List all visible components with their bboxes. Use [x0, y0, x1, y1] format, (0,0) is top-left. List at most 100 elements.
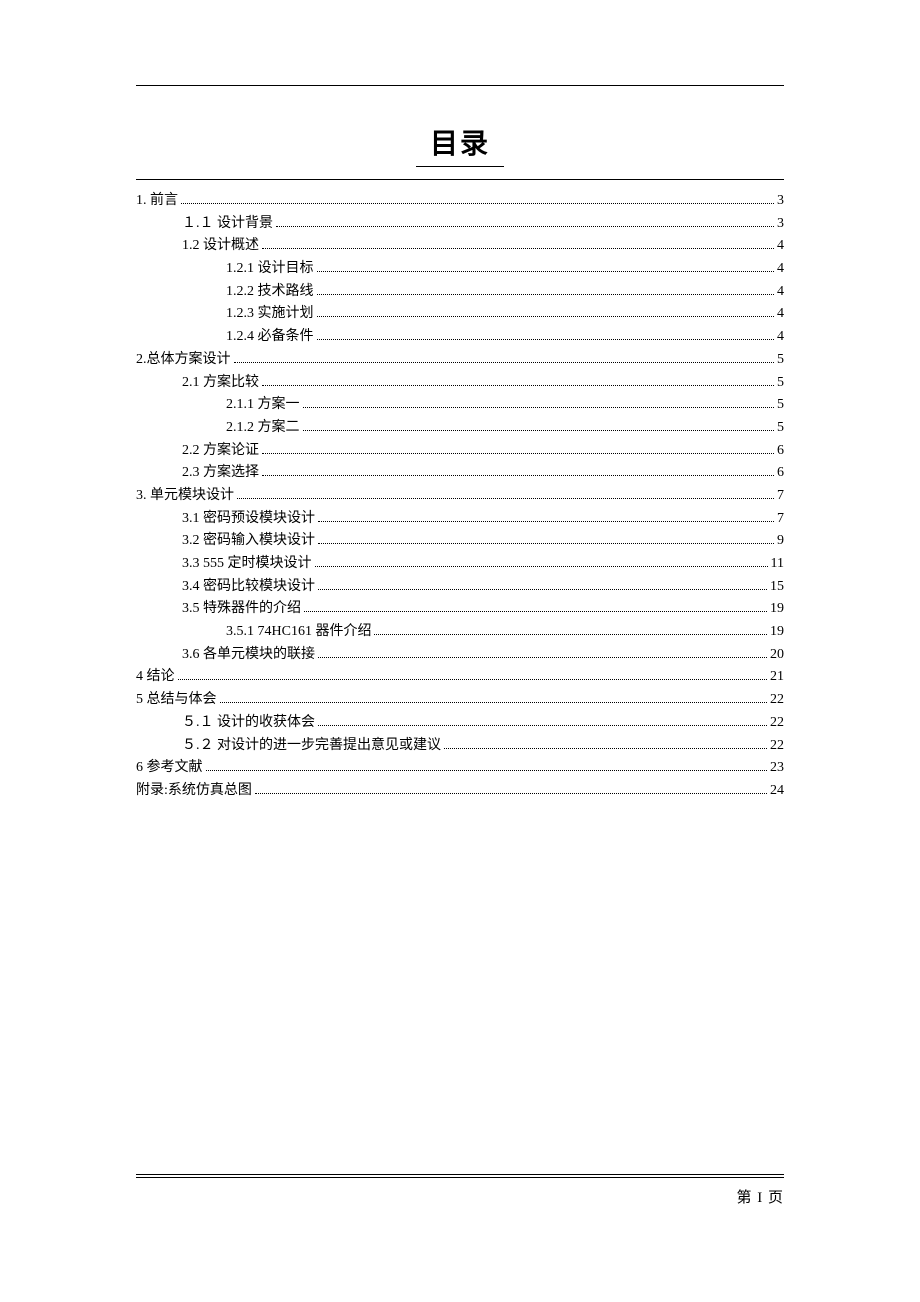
- toc-label: 3. 单元模块设计: [136, 485, 234, 507]
- toc-page-number: 5: [777, 394, 784, 416]
- toc-page-number: 6: [777, 462, 784, 484]
- toc-label: ５.１ 设计的收获体会: [182, 712, 315, 734]
- toc-leader-dots: [262, 385, 774, 386]
- toc-leader-dots: [262, 453, 774, 454]
- toc-entry: 2.2 方案论证 6: [136, 440, 784, 462]
- toc-page-number: 22: [770, 712, 784, 734]
- toc-leader-dots: [206, 770, 768, 771]
- toc-leader-dots: [318, 521, 774, 522]
- toc-entry: 6 参考文献 23: [136, 757, 784, 779]
- toc-page-number: 5: [777, 349, 784, 371]
- toc-entry: 2.总体方案设计 5: [136, 349, 784, 371]
- toc-page-number: 4: [777, 303, 784, 325]
- toc-label: 1.2 设计概述: [182, 235, 259, 257]
- toc-leader-dots: [220, 702, 768, 703]
- toc-entry: 3.4 密码比较模块设计15: [136, 576, 784, 598]
- toc-entry: ５.１ 设计的收获体会 22: [136, 712, 784, 734]
- toc-entry: 1.2.3 实施计划 4: [136, 303, 784, 325]
- toc-entry: 3.5.1 74HC161 器件介绍 19: [136, 621, 784, 643]
- toc-page-number: 24: [770, 780, 784, 802]
- toc-leader-dots: [262, 248, 774, 249]
- toc-entry: 1.2.4 必备条件 4: [136, 326, 784, 348]
- toc-leader-dots: [237, 498, 774, 499]
- toc-page-number: 6: [777, 440, 784, 462]
- toc-leader-dots: [317, 339, 775, 340]
- toc-leader-dots: [444, 748, 767, 749]
- toc-label: 附录:系统仿真总图: [136, 780, 252, 802]
- footer-rule-2: [136, 1177, 784, 1178]
- toc-entry: 2.1.2 方案二5: [136, 417, 784, 439]
- toc-page-number: 4: [777, 258, 784, 280]
- toc-page-number: 3: [777, 213, 784, 235]
- toc-leader-dots: [374, 634, 767, 635]
- toc-entry: 2.1 方案比较 5: [136, 372, 784, 394]
- toc-leader-dots: [317, 271, 775, 272]
- toc-label: 5 总结与体会: [136, 689, 217, 711]
- toc-leader-dots: [304, 611, 767, 612]
- toc-label: 6 参考文献: [136, 757, 203, 779]
- toc-label: 2.2 方案论证: [182, 440, 259, 462]
- toc-leader-dots: [303, 407, 775, 408]
- page-content: 目录 1. 前言3１.１ 设计背景31.2 设计概述41.2.1 设计目标41.…: [0, 0, 920, 802]
- toc-page-number: 9: [777, 530, 784, 552]
- page-footer: 第 I 页: [136, 1174, 784, 1207]
- toc-leader-dots: [317, 294, 775, 295]
- toc-leader-dots: [318, 725, 767, 726]
- toc-label: 4 结论: [136, 666, 175, 688]
- toc-leader-dots: [315, 566, 768, 567]
- toc-label: 1.2.4 必备条件: [226, 326, 314, 348]
- toc-label: 3.2 密码输入模块设计: [182, 530, 315, 552]
- toc-entry: 5 总结与体会 22: [136, 689, 784, 711]
- toc-page-number: 23: [770, 757, 784, 779]
- toc-page-number: 3: [777, 190, 784, 212]
- toc-entry: 附录:系统仿真总图 24: [136, 780, 784, 802]
- toc-top-rule: [136, 179, 784, 180]
- footer-rule-1: [136, 1174, 784, 1175]
- toc-leader-dots: [276, 226, 774, 227]
- toc-entry: 1.2.1 设计目标 4: [136, 258, 784, 280]
- toc-leader-dots: [318, 543, 774, 544]
- toc-leader-dots: [303, 430, 775, 431]
- table-of-contents: 1. 前言3１.１ 设计背景31.2 设计概述41.2.1 设计目标41.2.2…: [136, 190, 784, 802]
- page-number: 第 I 页: [136, 1186, 784, 1207]
- toc-entry: 2.1.1 方案一 5: [136, 394, 784, 416]
- toc-label: 3.5 特殊器件的介绍: [182, 598, 301, 620]
- toc-page-number: 5: [777, 372, 784, 394]
- toc-entry: 3.6 各单元模块的联接20: [136, 644, 784, 666]
- toc-label: 1. 前言: [136, 190, 178, 212]
- page-title: 目录: [416, 122, 504, 167]
- toc-leader-dots: [234, 362, 775, 363]
- toc-label: 1.2.1 设计目标: [226, 258, 314, 280]
- toc-label: 3.5.1 74HC161 器件介绍: [226, 621, 371, 643]
- toc-label: 3.1 密码预设模块设计: [182, 508, 315, 530]
- toc-entry: 1. 前言 3: [136, 190, 784, 212]
- toc-entry: 1.2.2 技术路线4: [136, 281, 784, 303]
- toc-page-number: 19: [770, 598, 784, 620]
- toc-entry: ５.２ 对设计的进一步完善提出意见或建议22: [136, 735, 784, 757]
- toc-label: 1.2.3 实施计划: [226, 303, 314, 325]
- toc-leader-dots: [255, 793, 767, 794]
- toc-label: 2.3 方案选择: [182, 462, 259, 484]
- toc-label: 2.总体方案设计: [136, 349, 231, 371]
- toc-entry: １.１ 设计背景3: [136, 213, 784, 235]
- toc-leader-dots: [317, 316, 775, 317]
- toc-leader-dots: [178, 679, 768, 680]
- toc-entry: 3. 单元模块设计 7: [136, 485, 784, 507]
- toc-page-number: 7: [777, 485, 784, 507]
- toc-page-number: 21: [770, 666, 784, 688]
- toc-entry: 3.2 密码输入模块设计 9: [136, 530, 784, 552]
- toc-page-number: 11: [771, 553, 784, 575]
- toc-page-number: 4: [777, 235, 784, 257]
- toc-page-number: 19: [770, 621, 784, 643]
- toc-label: 3.4 密码比较模块设计: [182, 576, 315, 598]
- toc-label: 3.6 各单元模块的联接: [182, 644, 315, 666]
- toc-label: 2.1 方案比较: [182, 372, 259, 394]
- toc-label: 2.1.1 方案一: [226, 394, 300, 416]
- toc-leader-dots: [318, 589, 767, 590]
- toc-page-number: 7: [777, 508, 784, 530]
- toc-page-number: 5: [777, 417, 784, 439]
- toc-entry: 3.1 密码预设模块设计 7: [136, 508, 784, 530]
- toc-page-number: 22: [770, 689, 784, 711]
- toc-label: ５.２ 对设计的进一步完善提出意见或建议: [182, 735, 441, 757]
- toc-page-number: 4: [777, 326, 784, 348]
